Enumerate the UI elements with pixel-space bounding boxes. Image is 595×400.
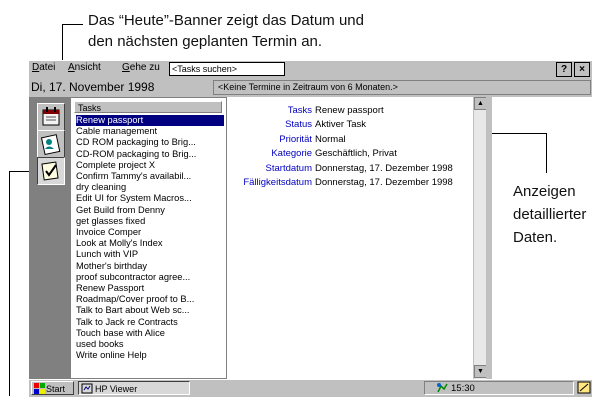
app-switcher: [29, 97, 70, 379]
task-list-item[interactable]: proof subcontractor agree...: [76, 272, 224, 283]
detail-label: Kategorie: [271, 148, 312, 160]
task-list-item[interactable]: Renew passport: [76, 115, 224, 126]
desktop-button[interactable]: [577, 380, 591, 395]
task-list-item[interactable]: Talk to Bart about Web sc...: [76, 305, 224, 316]
detail-label: Tasks: [287, 105, 312, 116]
detail-value: Geschäftlich, Privat: [315, 148, 397, 160]
today-banner[interactable]: Di, 17. November 1998 <Keine Termine in …: [29, 78, 592, 97]
task-list-item[interactable]: dry cleaning: [76, 182, 224, 193]
detail-value: Donnerstag, 17. Dezember 1998: [315, 162, 453, 174]
task-list-item[interactable]: Lunch with VIP: [76, 249, 224, 260]
menu-gehe-zu[interactable]: Gehe zu: [122, 62, 160, 73]
calendar-icon: [42, 107, 60, 126]
task-list-item[interactable]: Roadmap/Cover proof to B...: [76, 294, 224, 305]
callout-icons-leader-v: [9, 171, 10, 396]
menu-ansicht[interactable]: Ansicht: [68, 62, 101, 73]
tasks-button[interactable]: [37, 157, 65, 185]
desktop-icon: [577, 381, 591, 394]
callout-banner-line2: den nächsten geplanten Termin an.: [88, 33, 323, 50]
detail-value: Donnerstag, 17. Dezember 1998: [315, 177, 453, 188]
task-list-item[interactable]: Touch base with Alice: [76, 328, 224, 339]
detail-label: Startdatum: [265, 162, 312, 174]
task-list-item[interactable]: Look at Molly's Index: [76, 238, 224, 249]
taskbar: Start HP Viewer 15:30: [29, 379, 592, 397]
window-edge: [486, 97, 492, 379]
callout-detail-line2: detaillierter: [513, 206, 587, 223]
close-button[interactable]: ×: [574, 62, 590, 77]
callout-banner-leader-v: [62, 24, 63, 62]
calendar-button[interactable]: [37, 103, 65, 131]
task-list-item[interactable]: CD ROM packaging to Brig...: [76, 137, 224, 148]
detail-scrollbar[interactable]: ▲ ▼: [473, 97, 487, 379]
banner-date: Di, 17. November 1998: [31, 80, 155, 94]
taskbar-app-label: HP Viewer: [95, 384, 138, 394]
task-list-item[interactable]: CD-ROM packaging to Brig...: [76, 149, 224, 160]
contacts-button[interactable]: [37, 130, 65, 158]
task-list-item[interactable]: Talk to Jack re Contracts: [76, 317, 224, 328]
system-tray: 15:30: [424, 381, 574, 395]
help-button[interactable]: ?: [556, 62, 572, 77]
task-list-item[interactable]: Invoice Comper: [76, 227, 224, 238]
callout-detail-leader-v: [546, 133, 547, 173]
clock[interactable]: 15:30: [451, 383, 475, 394]
task-list[interactable]: Tasks Renew passport Cable management CD R…: [70, 97, 227, 379]
task-list-item[interactable]: Get Build from Denny: [76, 205, 224, 216]
network-icon[interactable]: [436, 382, 449, 394]
task-list-item[interactable]: Mother's birthday: [76, 261, 224, 272]
menu-datei[interactable]: Datei: [32, 62, 55, 73]
detail-value: Renew passport: [315, 105, 384, 116]
callout-banner-line1: Das “Heute”-Banner zeigt das Datum und: [88, 12, 364, 29]
windows-logo-icon: [34, 383, 45, 394]
contacts-icon: [40, 134, 61, 156]
detail-label: Priorität: [279, 133, 312, 145]
callout-detail-line3: Daten.: [513, 229, 558, 246]
task-list-item[interactable]: Cable management: [76, 126, 224, 137]
task-list-item[interactable]: Complete project X: [76, 160, 224, 171]
callout-banner-leader-h: [62, 24, 83, 25]
menu-bar: Datei Ansicht Gehe zu <Tasks suchen> ? ×: [29, 60, 592, 79]
task-list-header[interactable]: Tasks: [74, 101, 222, 113]
tasks-icon: [41, 161, 59, 181]
start-label: Start: [46, 384, 66, 394]
task-list-item[interactable]: used books: [76, 339, 224, 350]
callout-detail-line1: Anzeigen: [513, 183, 576, 200]
task-list-item[interactable]: Renew Passport: [76, 283, 224, 294]
task-list-item[interactable]: Write online Help: [76, 350, 224, 361]
task-list-item[interactable]: Edit UI for System Macros...: [76, 193, 224, 204]
task-list-item[interactable]: Confirm Tammy's availabil...: [76, 171, 224, 182]
banner-next-appointment: <Keine Termine in Zeitraum von 6 Monaten…: [213, 80, 591, 95]
detail-value: Aktiver Task: [315, 119, 367, 131]
detail-value: Normal: [315, 133, 346, 145]
start-button[interactable]: Start: [31, 381, 74, 395]
task-list-item[interactable]: get glasses fixed: [76, 216, 224, 227]
task-detail-pane: Tasks Renew passport Status Aktiver Task Pri…: [229, 97, 485, 379]
search-input[interactable]: <Tasks suchen>: [169, 62, 285, 76]
hp-viewer-icon: [81, 383, 93, 394]
detail-label: Status: [285, 119, 312, 131]
detail-label: Fälligkeitsdatum: [243, 177, 312, 188]
taskbar-app-hp-viewer[interactable]: HP Viewer: [78, 381, 190, 395]
